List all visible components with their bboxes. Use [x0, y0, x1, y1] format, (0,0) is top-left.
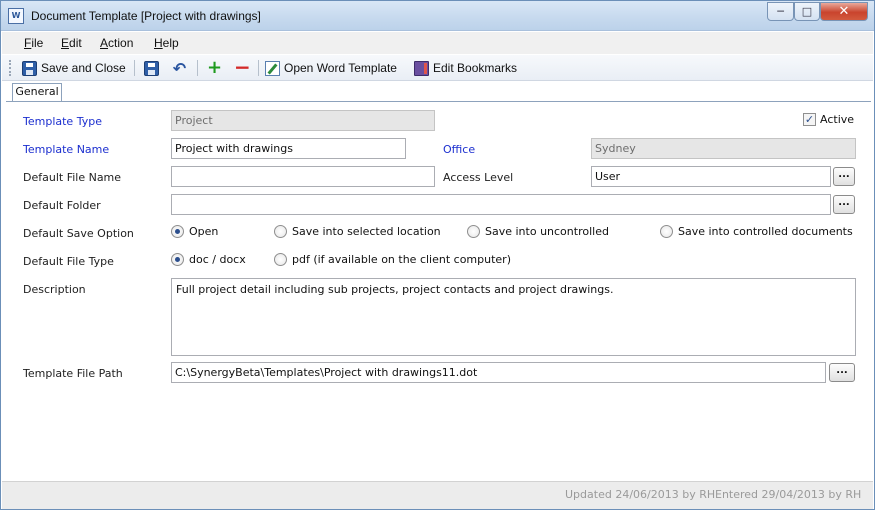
save-option-selected-location-radio[interactable]: Save into selected location	[274, 225, 441, 238]
template-name-label: Template Name	[23, 143, 110, 156]
minimize-button[interactable]: ─	[767, 2, 794, 21]
access-level-field[interactable]: User	[591, 166, 831, 187]
default-file-name-label: Default File Name	[23, 171, 122, 184]
toolbar-separator	[134, 60, 135, 76]
radio-indicator[interactable]	[660, 225, 673, 238]
template-file-path-label: Template File Path	[23, 367, 123, 380]
edit-bookmarks-label: Edit Bookmarks	[433, 61, 518, 75]
access-level-browse-button[interactable]: ...	[833, 167, 855, 186]
word-document-icon: W	[8, 8, 24, 24]
default-save-option-label: Default Save Option	[23, 227, 134, 240]
save-icon	[144, 60, 159, 76]
save-option-selected-location-label: Save into selected location	[292, 225, 441, 238]
menu-edit[interactable]: Edit	[61, 36, 82, 50]
plus-icon: +	[207, 56, 223, 78]
file-type-pdf-label: pdf (if available on the client computer…	[292, 253, 511, 266]
status-bar: Updated 24/06/2013 by RH Entered 29/04/2…	[2, 481, 873, 509]
radio-indicator[interactable]	[171, 253, 184, 266]
radio-indicator[interactable]	[171, 225, 184, 238]
default-folder-browse-button[interactable]: ...	[833, 195, 855, 214]
description-textarea[interactable]: Full project detail including sub projec…	[171, 278, 856, 356]
toolbar: Save and Close ↶ + − Open Word Template …	[2, 55, 873, 81]
word-template-icon	[265, 60, 280, 76]
undo-icon: ↶	[172, 58, 187, 78]
window-title: Document Template [Project with drawings…	[31, 9, 261, 23]
active-checkbox[interactable]: ✓ Active	[803, 113, 854, 126]
default-file-type-label: Default File Type	[23, 255, 114, 268]
save-button[interactable]	[144, 58, 159, 78]
template-name-input[interactable]: Project with drawings	[171, 138, 406, 159]
edit-bookmarks-button[interactable]: Edit Bookmarks	[414, 58, 517, 78]
add-button[interactable]: +	[207, 58, 222, 78]
maximize-button[interactable]: □	[794, 2, 820, 21]
default-file-name-input[interactable]	[171, 166, 435, 187]
active-label: Active	[820, 113, 855, 126]
file-type-pdf-radio[interactable]: pdf (if available on the client computer…	[274, 253, 511, 266]
open-word-template-label: Open Word Template	[284, 61, 397, 75]
template-type-field[interactable]: Project	[171, 110, 435, 131]
save-and-close-button[interactable]: Save and Close	[22, 58, 126, 78]
menu-help[interactable]: Help	[154, 36, 179, 50]
radio-indicator[interactable]	[274, 225, 287, 238]
toolbar-separator	[258, 60, 259, 76]
save-option-open-radio[interactable]: Open	[171, 225, 218, 238]
save-option-controlled-label: Save into controlled documents	[678, 225, 853, 238]
file-type-doc-radio[interactable]: doc / docx	[171, 253, 246, 266]
remove-button[interactable]: −	[234, 54, 251, 79]
status-entered: Entered 29/04/2013 by RH	[715, 488, 862, 501]
close-button[interactable]: ✕	[820, 2, 868, 21]
radio-indicator[interactable]	[467, 225, 480, 238]
template-file-path-input[interactable]: C:\SynergyBeta\Templates\Project with dr…	[171, 362, 826, 383]
toolbar-grip[interactable]	[9, 60, 11, 76]
active-check-mark[interactable]: ✓	[803, 113, 816, 126]
default-folder-input[interactable]	[171, 194, 831, 215]
save-icon	[22, 60, 37, 76]
template-file-path-browse-button[interactable]: ...	[829, 363, 855, 382]
toolbar-separator	[197, 60, 198, 76]
save-and-close-label: Save and Close	[41, 61, 126, 75]
default-folder-label: Default Folder	[23, 199, 101, 212]
title-bar: W Document Template [Project with drawin…	[1, 1, 874, 31]
office-field[interactable]: Sydney	[591, 138, 856, 159]
description-label: Description	[23, 283, 86, 296]
bookmarks-icon	[414, 60, 429, 76]
tab-general[interactable]: General	[12, 83, 62, 101]
status-updated: Updated 24/06/2013 by RH	[565, 488, 716, 501]
menu-action[interactable]: Action	[100, 36, 133, 50]
save-option-open-label: Open	[189, 225, 219, 238]
save-option-uncontrolled-label: Save into uncontrolled	[485, 225, 609, 238]
menu-bar: File Edit Action Help	[2, 32, 873, 54]
open-word-template-button[interactable]: Open Word Template	[265, 58, 397, 78]
file-type-doc-label: doc / docx	[189, 253, 246, 266]
minus-icon: −	[234, 54, 251, 79]
access-level-label: Access Level	[443, 171, 514, 184]
office-label: Office	[443, 143, 476, 156]
template-type-label: Template Type	[23, 115, 102, 128]
undo-button[interactable]: ↶	[172, 58, 187, 78]
document-template-window: W Document Template [Project with drawin…	[0, 0, 875, 510]
menu-file[interactable]: File	[24, 36, 43, 50]
radio-indicator[interactable]	[274, 253, 287, 266]
save-option-controlled-radio[interactable]: Save into controlled documents	[660, 225, 853, 238]
save-option-uncontrolled-radio[interactable]: Save into uncontrolled	[467, 225, 609, 238]
